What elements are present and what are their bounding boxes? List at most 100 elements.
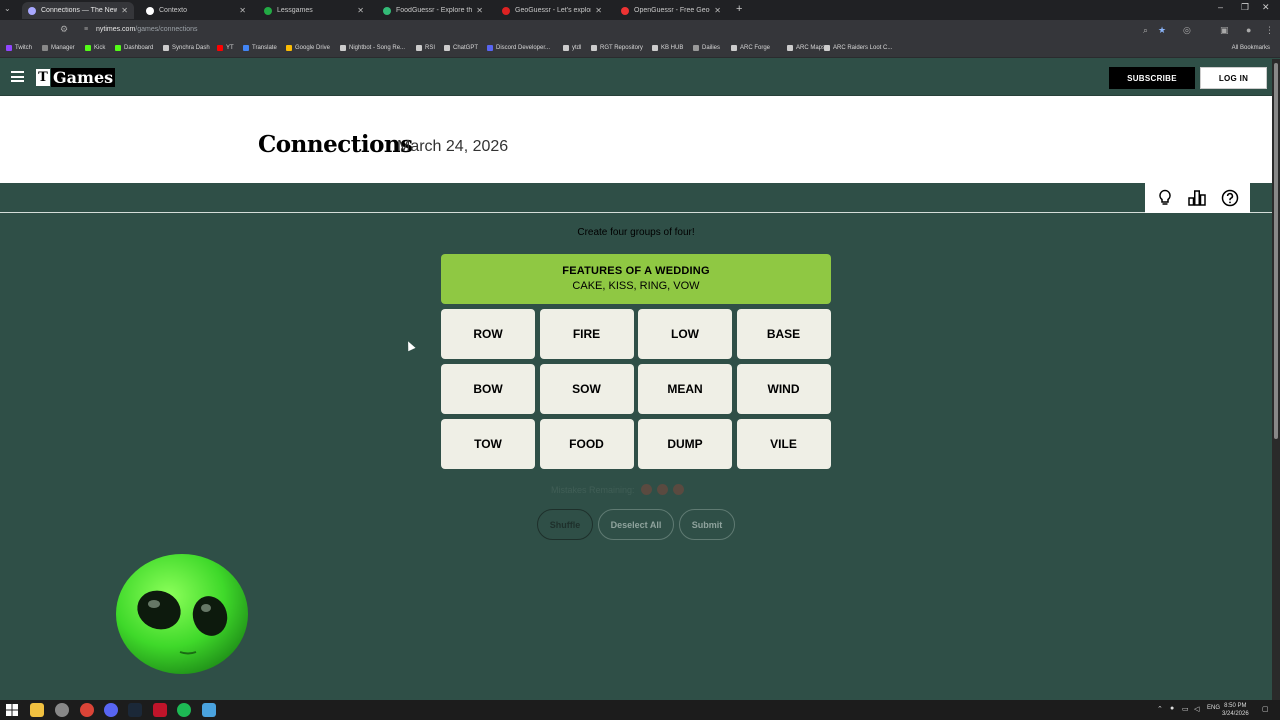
word-tile[interactable]: BASE [736, 309, 831, 359]
word-tile[interactable]: WIND [736, 364, 831, 414]
word-tile[interactable]: ROW [441, 309, 535, 359]
file-explorer-icon[interactable] [30, 703, 44, 717]
subscribe-button[interactable]: SUBSCRIBE [1109, 67, 1195, 89]
url-field[interactable]: nytimes.com/games/connections [96, 26, 198, 33]
system-clock[interactable]: 8:50 PM 3/24/2026 [1222, 702, 1249, 718]
hamburger-menu-icon[interactable] [11, 71, 24, 82]
word-tile[interactable]: SOW [539, 364, 634, 414]
deselect-all-button[interactable]: Deselect All [598, 509, 674, 540]
close-tab-icon[interactable]: ✕ [714, 6, 721, 15]
close-tab-icon[interactable]: ✕ [121, 6, 128, 15]
close-window-icon[interactable]: ✕ [1262, 2, 1270, 13]
stats-chart-icon[interactable] [1186, 187, 1208, 209]
solved-category: FEATURES OF A WEDDING [562, 265, 710, 277]
instruction-text: Create four groups of four! [577, 227, 695, 238]
title-band: Connections March 24, 2026 [0, 96, 1272, 183]
word-tile[interactable]: MEAN [638, 364, 732, 414]
browser-tab[interactable]: Lessgames ✕ [258, 2, 370, 19]
minimize-icon[interactable]: – [1218, 2, 1223, 12]
bookmark-item[interactable]: ARC Maps [787, 45, 825, 51]
all-bookmarks-button[interactable]: All Bookmarks [1232, 45, 1270, 51]
extensions-puzzle-icon[interactable]: ▣ [1220, 25, 1229, 36]
page-scrollbar[interactable] [1272, 59, 1280, 700]
bookmark-item[interactable]: Manager [42, 45, 75, 51]
bookmark-favicon-icon [42, 45, 48, 51]
scrollbar-thumb[interactable] [1274, 63, 1278, 439]
browser-tab[interactable]: Contexto ✕ [140, 2, 252, 19]
tab-title: Lessgames [277, 7, 313, 14]
word-tile[interactable]: BOW [441, 364, 535, 414]
volume-icon[interactable]: ◁ [1194, 705, 1199, 713]
bookmark-item[interactable]: ARC Forge [731, 45, 770, 51]
maximize-icon[interactable]: ❐ [1241, 2, 1249, 13]
browser-tab[interactable]: GeoGuessr - Let's explore the w ✕ [496, 2, 608, 19]
bookmark-item[interactable]: Dailies [693, 45, 720, 51]
close-tab-icon[interactable]: ✕ [357, 6, 364, 15]
clock-date: 3/24/2026 [1222, 711, 1249, 717]
bookmark-star-icon[interactable]: ★ [1158, 25, 1166, 36]
bookmark-item[interactable]: Synchra Dash [163, 45, 210, 51]
chrome-icon[interactable] [80, 703, 94, 717]
tune-icon[interactable]: ≡ [84, 26, 88, 33]
browser-tab[interactable]: FoodGuessr - Explore the world✕ [377, 2, 489, 19]
word-tile[interactable]: FOOD [539, 419, 634, 469]
tab-title: OpenGuessr - Free GeoGuessr [634, 7, 710, 14]
login-button[interactable]: LOG IN [1200, 67, 1267, 89]
bookmark-item[interactable]: ARC Raiders Loot C... [824, 45, 892, 51]
browser-tab[interactable]: Connections — The New York T✕ [22, 2, 134, 19]
tray-chevron-icon[interactable]: ⌃ [1157, 705, 1163, 713]
notification-icon[interactable]: ▢ [1262, 705, 1269, 713]
bookmark-item[interactable]: YT [217, 45, 234, 51]
close-tab-icon[interactable]: ✕ [476, 6, 483, 15]
submit-button[interactable]: Submit [679, 509, 735, 540]
word-tile[interactable]: LOW [638, 309, 732, 359]
browser-tab[interactable]: OpenGuessr - Free GeoGuessr ✕ [615, 2, 727, 19]
bookmark-item[interactable]: Twitch [6, 45, 32, 51]
spotify-icon[interactable] [177, 703, 191, 717]
network-icon[interactable]: ▭ [1182, 705, 1189, 713]
hint-lightbulb-icon[interactable] [1154, 187, 1176, 209]
nyt-games-logo[interactable]: T Games [36, 68, 116, 87]
language-indicator[interactable]: ENG [1207, 705, 1220, 711]
close-tab-icon[interactable]: ✕ [239, 6, 246, 15]
windows-start-icon[interactable] [6, 703, 20, 717]
word-tile[interactable]: FIRE [539, 309, 634, 359]
puzzle-date: March 24, 2026 [397, 138, 509, 155]
tab-favicon-icon [146, 6, 154, 15]
word-tile[interactable]: VILE [736, 419, 831, 469]
bookmark-item[interactable]: ChatGPT [444, 45, 478, 51]
profile-avatar-icon[interactable]: ● [1246, 25, 1251, 35]
help-question-icon[interactable] [1219, 187, 1241, 209]
bookmark-item[interactable]: KB HUB [652, 45, 683, 51]
extension-icon[interactable]: ◎ [1183, 25, 1191, 36]
settings-app-icon[interactable] [55, 703, 69, 717]
mic-icon[interactable]: ● [1170, 705, 1174, 712]
tab-list-icon[interactable]: ⌄ [4, 4, 11, 13]
bookmark-label: Discord Developer... [496, 45, 551, 51]
discord-icon[interactable] [104, 703, 118, 717]
bookmark-favicon-icon [85, 45, 91, 51]
close-tab-icon[interactable]: ✕ [595, 6, 602, 15]
bookmark-item[interactable]: Translate [243, 45, 277, 51]
app-icon[interactable] [202, 703, 216, 717]
word-tile[interactable]: TOW [441, 419, 535, 469]
tab-title: Connections — The New York T [41, 7, 118, 14]
zoom-icon[interactable]: ⌕ [1143, 25, 1148, 36]
opera-icon[interactable] [153, 703, 167, 717]
bookmark-item[interactable]: Nightbot - Song Re... [340, 45, 405, 51]
bookmark-item[interactable]: Kick [85, 45, 105, 51]
bookmark-item[interactable]: Dashboard [115, 45, 153, 51]
bookmark-item[interactable]: RSI [416, 45, 435, 51]
shuffle-button[interactable]: Shuffle [537, 509, 593, 540]
word-tile[interactable]: DUMP [638, 419, 732, 469]
games-logo-text: Games [51, 68, 116, 87]
site-info-icon[interactable]: ⚙ [60, 24, 68, 35]
steam-icon[interactable] [128, 703, 142, 717]
bookmark-item[interactable]: Discord Developer... [487, 45, 550, 51]
bookmark-item[interactable]: ytdl [563, 45, 581, 51]
browser-tab-bar: ⌄ Connections — The New York T✕Contexto✕… [0, 0, 1280, 20]
new-tab-button[interactable]: + [736, 3, 742, 15]
bookmark-item[interactable]: Google Drive [286, 45, 330, 51]
bookmark-item[interactable]: RGT Repository [591, 45, 643, 51]
browser-menu-icon[interactable]: ⋮ [1265, 25, 1274, 36]
